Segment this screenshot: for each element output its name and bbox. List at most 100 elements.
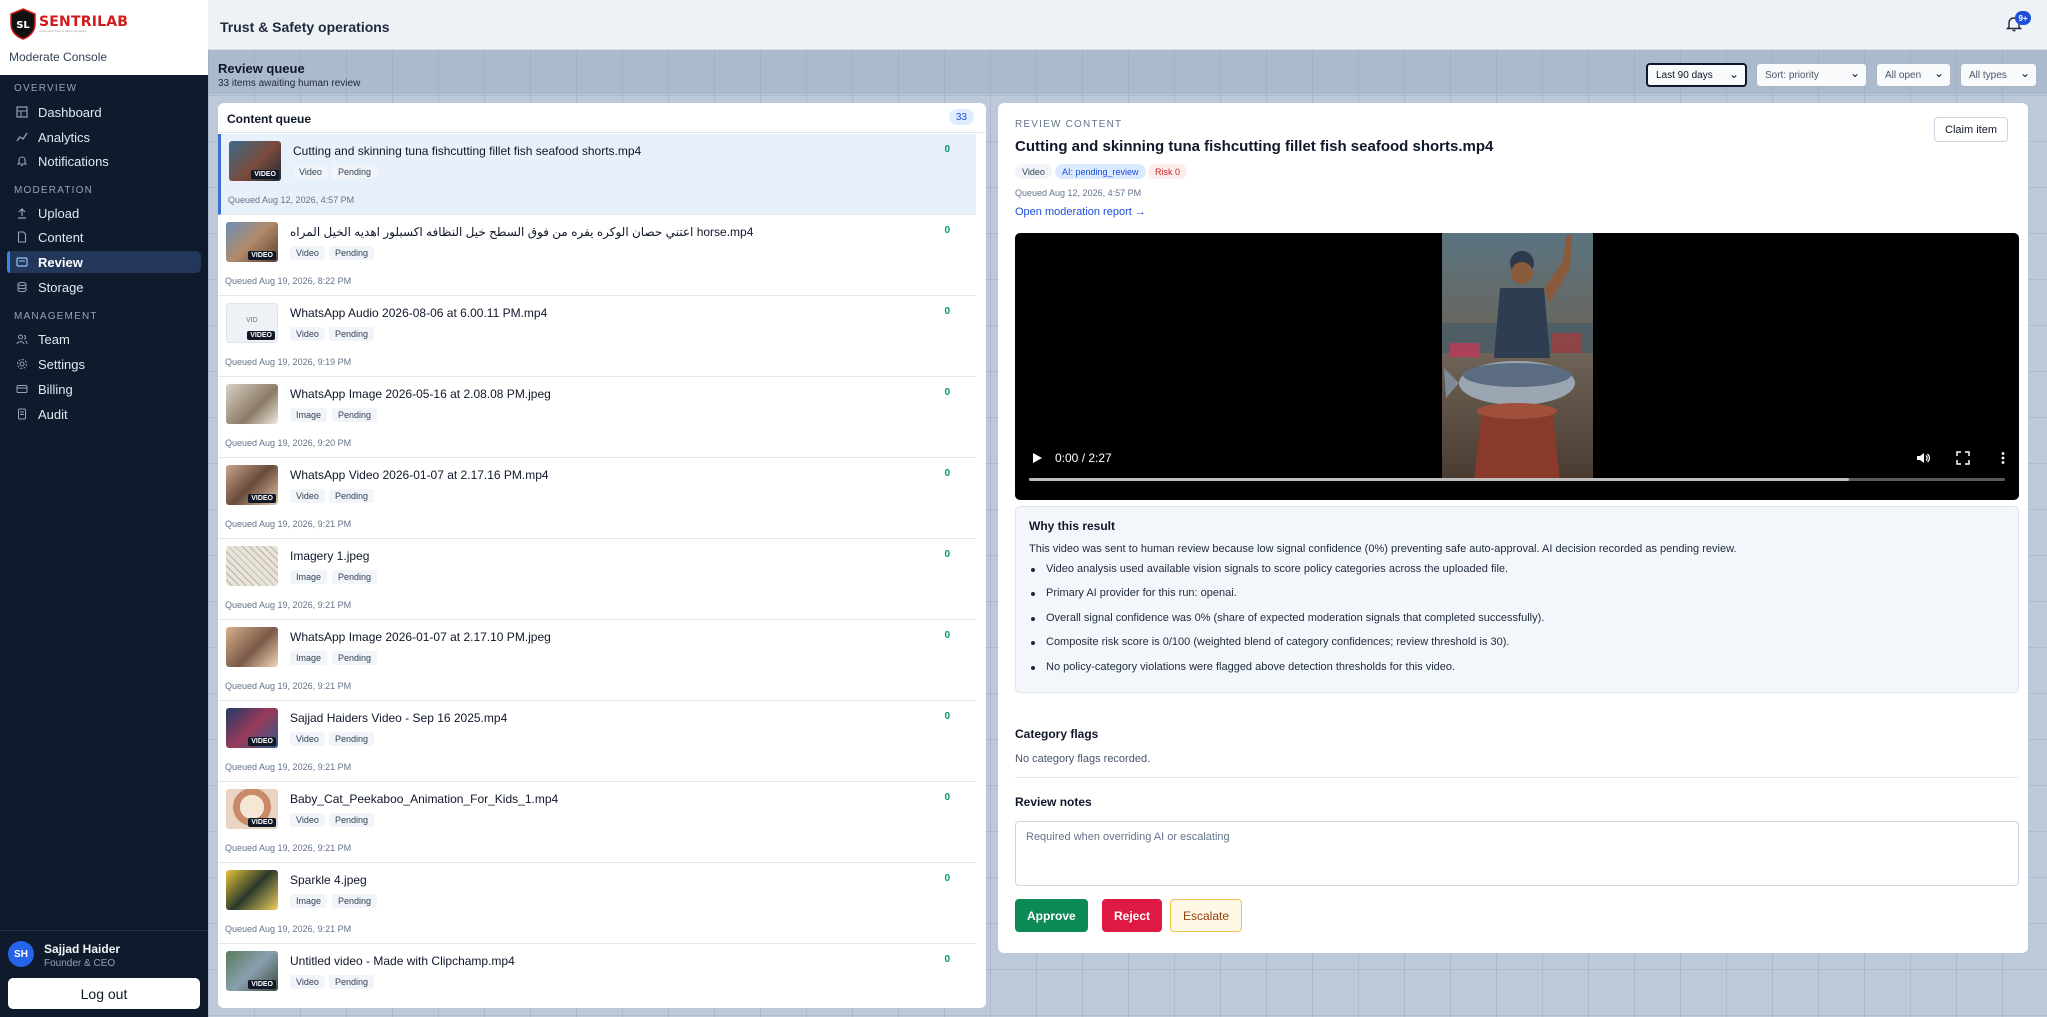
queue-item[interactable]: VIDEO Cutting and skinning tuna fishcutti… [218, 134, 976, 215]
item-filename: Baby_Cat_Peekaboo_Animation_For_Kids_1.m… [290, 792, 559, 806]
thumbnail [226, 384, 278, 424]
queue-item[interactable]: WhatsApp Image 2026-01-07 at 2.17.10 PM.… [218, 620, 976, 701]
nav-item-upload[interactable]: Upload [7, 202, 201, 224]
team-icon [15, 333, 28, 346]
risk-score: 0 [944, 792, 950, 803]
more-options-icon[interactable] [1996, 451, 2010, 465]
nav-item-content[interactable]: Content [7, 226, 201, 248]
nav-item-review[interactable]: Review [7, 251, 201, 273]
review-notes-title: Review notes [1015, 795, 1092, 809]
item-filename: Sajjad Haiders Video - Sep 16 2025.mp4 [290, 711, 508, 725]
thumbnail: VIDEO [226, 222, 278, 262]
video-badge: VIDEO [248, 251, 276, 260]
nav-label: Team [38, 331, 70, 347]
nav-label: Dashboard [38, 104, 102, 120]
claim-item-button[interactable]: Claim item [1934, 117, 2008, 142]
type-tag: Video [290, 813, 325, 827]
queue-item[interactable]: VID VIDEO WhatsApp Audio 2026-08-06 at 6.0… [218, 296, 976, 377]
sidebar: SL SENTRILAB A Personal Trust & Safety C… [0, 0, 208, 1017]
nav-item-billing[interactable]: Billing [7, 378, 201, 400]
status-tag: Pending [332, 651, 378, 665]
type-tag: Video [290, 975, 325, 989]
nav-label: Content [38, 229, 84, 245]
why-this-result: Why this result This video was sent to h… [1015, 506, 2019, 693]
type-tag: Video [290, 732, 325, 746]
why-point: Overall signal confidence was 0% (share … [1029, 612, 1544, 636]
status-tag: Pending [329, 246, 375, 260]
queue-title: Content queue [227, 112, 311, 126]
escalate-button[interactable]: Escalate [1170, 899, 1243, 932]
fullscreen-icon[interactable] [1956, 451, 1970, 465]
queued-time: Queued Aug 19, 2026, 8:22 PM [225, 276, 352, 286]
queue-item[interactable]: WhatsApp Image 2026-05-16 at 2.08.08 PM.… [218, 377, 976, 458]
type-tag: Video [290, 246, 325, 260]
nav-item-storage[interactable]: Storage [7, 276, 201, 298]
nav-label: Audit [38, 406, 68, 422]
logout-button[interactable]: Log out [8, 978, 200, 1009]
content-queue-panel: Content queue 33 VIDEO Cutting and skinni… [218, 103, 986, 1008]
date-range-select[interactable]: Last 90 days [1646, 63, 1747, 87]
nav-item-analytics[interactable]: Analytics [7, 126, 201, 148]
nav-item-dashboard[interactable]: Dashboard [7, 101, 201, 123]
queue-item[interactable]: VIDEO Untitled video - Made with Clipcham… [218, 944, 976, 1008]
type-pill: Video [1015, 164, 1052, 179]
review-notes-input[interactable] [1015, 821, 2019, 886]
thumbnail [226, 546, 278, 586]
play-icon[interactable] [1031, 452, 1043, 464]
nav-item-settings[interactable]: Settings [7, 353, 201, 375]
risk-score: 0 [944, 630, 950, 641]
video-badge: VIDEO [248, 980, 276, 989]
why-lead: This video was sent to human review beca… [1029, 543, 1737, 555]
nav-item-team[interactable]: Team [7, 328, 201, 350]
document-icon [15, 231, 28, 244]
sentrilab-logo[interactable]: SL SENTRILAB A Personal Trust & Safety C… [9, 8, 199, 40]
queue-item[interactable]: VIDEO Baby_Cat_Peekaboo_Animation_For_Kid… [218, 782, 976, 863]
queued-time: Queued Aug 19, 2026, 9:20 PM [225, 438, 352, 448]
video-progress-track[interactable] [1029, 478, 2005, 481]
status-select[interactable]: All open [1876, 63, 1951, 87]
avatar[interactable]: SH [8, 941, 34, 967]
item-filename: Imagery 1.jpeg [290, 549, 370, 563]
top-bar: Trust & Safety operations 9+ [208, 0, 2047, 50]
risk-score: 0 [944, 873, 950, 884]
type-select[interactable]: All types [1960, 63, 2037, 87]
thumbnail [226, 870, 278, 910]
reject-button[interactable]: Reject [1102, 899, 1163, 932]
nav-label: Settings [38, 356, 85, 372]
thumbnail: VIDEO [226, 789, 278, 829]
type-tag: Image [290, 651, 328, 665]
risk-score: 0 [944, 549, 950, 560]
queue-item[interactable]: VIDEO اعتني حصان الوكره يفره من فوق السطح… [218, 215, 976, 296]
review-detail-panel: REVIEW CONTENT Claim item Cutting and sk… [998, 103, 2028, 953]
sort-select[interactable]: Sort: priority [1756, 63, 1867, 87]
section-divider [1015, 777, 2019, 778]
video-badge: VIDEO [247, 331, 275, 340]
queued-time: Queued Aug 19, 2026, 9:21 PM [225, 681, 352, 691]
approve-button[interactable]: Approve [1015, 899, 1088, 932]
section-eyebrow: REVIEW CONTENT [1015, 119, 1123, 130]
queue-item[interactable]: Sparkle 4.jpeg Image Pending 0 Queued Aug 19… [218, 863, 976, 944]
queued-time: Queued Aug 19, 2026, 9:21 PM [225, 843, 352, 853]
item-filename: WhatsApp Image 2026-05-16 at 2.08.08 PM.… [290, 387, 551, 401]
item-filename: WhatsApp Video 2026-01-07 at 2.17.16 PM.… [290, 468, 549, 482]
nav-item-notifications[interactable]: Notifications [7, 150, 201, 172]
audit-icon [15, 408, 28, 421]
dashboard-icon [15, 106, 28, 119]
open-report-link[interactable]: Open moderation report → [1015, 206, 1146, 218]
content-title: Cutting and skinning tuna fishcutting fi… [1015, 138, 1494, 155]
user-name: Sajjad Haider [44, 942, 121, 956]
queue-item[interactable]: Imagery 1.jpeg Image Pending 0 Queued Aug 19… [218, 539, 976, 620]
queue-item[interactable]: VIDEO WhatsApp Video 2026-01-07 at 2.17.1… [218, 458, 976, 539]
nav-label: Review [38, 254, 83, 270]
item-filename: Sparkle 4.jpeg [290, 873, 367, 887]
risk-score: 0 [944, 387, 950, 398]
topbar-title: Trust & Safety operations [220, 19, 390, 35]
queued-time: Queued Aug 19, 2026, 9:19 PM [225, 357, 352, 367]
queue-item[interactable]: VIDEO Sajjad Haiders Video - Sep 16 2025.… [218, 701, 976, 782]
brand-header: SL SENTRILAB A Personal Trust & Safety C… [0, 0, 208, 75]
nav-item-audit[interactable]: Audit [7, 403, 201, 425]
video-badge: VIDEO [251, 170, 279, 179]
status-tag: Pending [329, 327, 375, 341]
video-player[interactable]: 0:00 / 2:27 [1015, 233, 2019, 500]
volume-icon[interactable] [1916, 451, 1930, 465]
